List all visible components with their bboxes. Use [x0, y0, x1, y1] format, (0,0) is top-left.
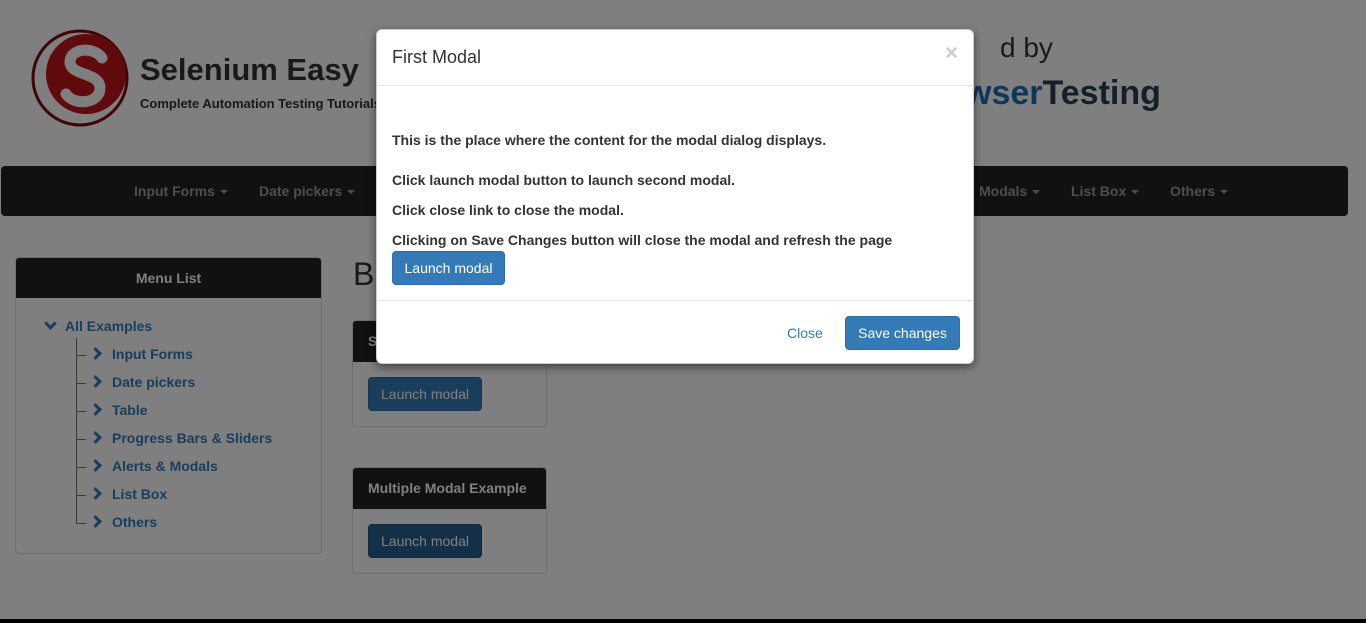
close-link[interactable]: Close	[787, 325, 823, 341]
modal-body-text: Clicking on Save Changes button will clo…	[392, 232, 893, 248]
modal-footer: Close Save changes	[377, 300, 973, 364]
first-modal-dialog: First Modal × This is the place where th…	[376, 29, 974, 364]
modal-header: First Modal ×	[377, 30, 973, 86]
modal-body-text: Click launch modal button to launch seco…	[392, 172, 736, 188]
modal-body-text: Click close link to close the modal.	[392, 202, 624, 218]
modal-title: First Modal	[392, 47, 482, 67]
launch-second-modal-button[interactable]: Launch modal	[392, 251, 505, 285]
modal-body: This is the place where the content for …	[377, 86, 973, 300]
save-changes-button[interactable]: Save changes	[845, 316, 960, 350]
modal-body-text: This is the place where the content for …	[392, 132, 827, 148]
close-icon[interactable]: ×	[945, 42, 958, 64]
